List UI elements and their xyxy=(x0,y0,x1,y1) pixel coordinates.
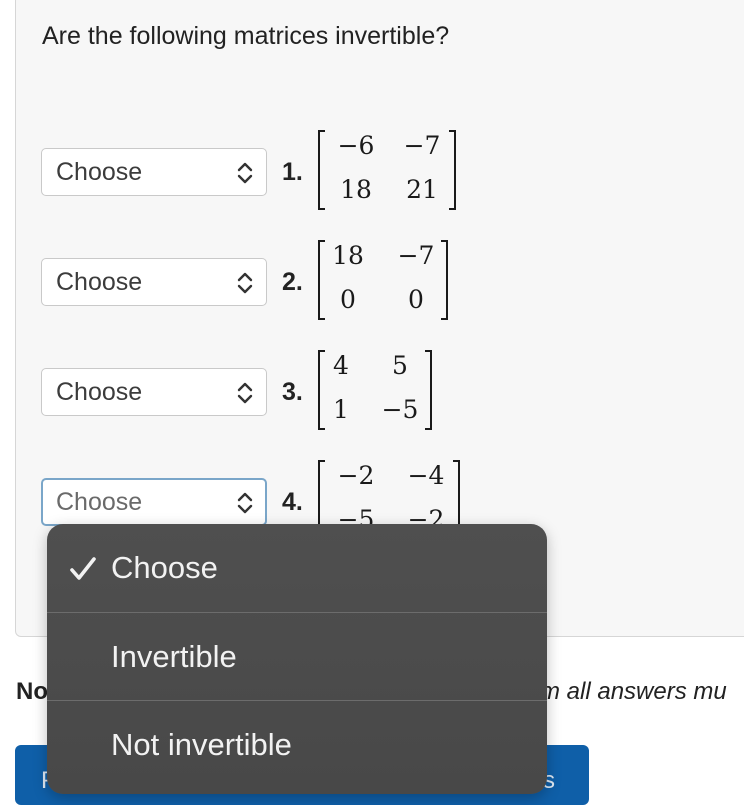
matrix-2-number: 2. xyxy=(282,268,303,296)
matrix-4-cell-0-0: −2 xyxy=(337,461,375,490)
checkmark-icon xyxy=(70,557,96,580)
option-label: Choose xyxy=(111,550,218,585)
matrix-1-number: 1. xyxy=(282,158,303,186)
select-value: Choose xyxy=(56,488,143,516)
matrix-1-cell-1-1: 21 xyxy=(406,175,438,204)
matrix-3-number: 3. xyxy=(282,378,303,406)
matrix-1-cell-0-0: −6 xyxy=(337,131,375,160)
matrix-1-cell-1-0: 18 xyxy=(340,175,372,204)
left-bracket xyxy=(318,240,325,320)
matrix-3: 4 5 1 −5 xyxy=(318,350,432,430)
matrix-2-cell-0-1: −7 xyxy=(397,241,435,270)
matrix-4-select[interactable]: Choose xyxy=(41,478,267,526)
matrix-2-cell-0-0: 18 xyxy=(332,241,364,270)
note-text-end: m all answers mu xyxy=(540,678,727,705)
right-bracket xyxy=(453,460,460,525)
matrix-3-select[interactable]: Choose xyxy=(41,368,267,416)
note-text-start: No xyxy=(16,678,48,705)
chevron-updown-icon xyxy=(237,382,253,404)
matrix-3-cell-1-0: 1 xyxy=(333,395,349,424)
option-not-invertible[interactable]: Not invertible xyxy=(47,701,547,789)
matrix-1-select[interactable]: Choose xyxy=(41,148,267,196)
matrix-3-cell-0-1: 5 xyxy=(392,351,408,380)
matrix-1: −6 −7 18 21 xyxy=(318,130,456,210)
right-bracket xyxy=(441,240,448,320)
option-invertible[interactable]: Invertible xyxy=(47,613,547,701)
chevron-updown-icon xyxy=(237,162,253,184)
matrix-3-cell-0-0: 4 xyxy=(333,351,349,380)
matrix-4-cell-1-0: −5 xyxy=(337,505,375,525)
left-bracket xyxy=(318,460,325,525)
select-value: Choose xyxy=(56,268,143,296)
question-text: Are the following matrices invertible? xyxy=(42,22,450,50)
matrix-4-cell-0-1: −4 xyxy=(407,461,445,490)
matrix-3-cell-1-1: −5 xyxy=(381,395,419,424)
matrix-4-clip: −2 −4 −5 −2 xyxy=(300,455,500,525)
option-label: Not invertible xyxy=(111,727,292,762)
matrix-2-select[interactable]: Choose xyxy=(41,258,267,306)
matrix-1-cell-0-1: −7 xyxy=(403,131,441,160)
matrix-4-cell-1-1: −2 xyxy=(407,505,445,525)
matrix-2-cell-1-1: 0 xyxy=(408,285,424,314)
option-label: Invertible xyxy=(111,639,237,674)
select-value: Choose xyxy=(56,158,143,186)
matrix-2-cell-1-0: 0 xyxy=(340,285,356,314)
right-bracket xyxy=(449,130,456,210)
chevron-updown-icon xyxy=(237,272,253,294)
left-bracket xyxy=(318,130,325,210)
select-value: Choose xyxy=(56,378,143,406)
matrix-2: 18 −7 0 0 xyxy=(318,240,448,320)
matrix-4: −2 −4 −5 −2 xyxy=(318,460,460,525)
select-dropdown-menu: Choose Invertible Not invertible xyxy=(47,524,547,794)
right-bracket xyxy=(425,350,432,430)
left-bracket xyxy=(318,350,325,430)
chevron-updown-icon xyxy=(237,492,253,514)
option-choose[interactable]: Choose xyxy=(47,524,547,612)
